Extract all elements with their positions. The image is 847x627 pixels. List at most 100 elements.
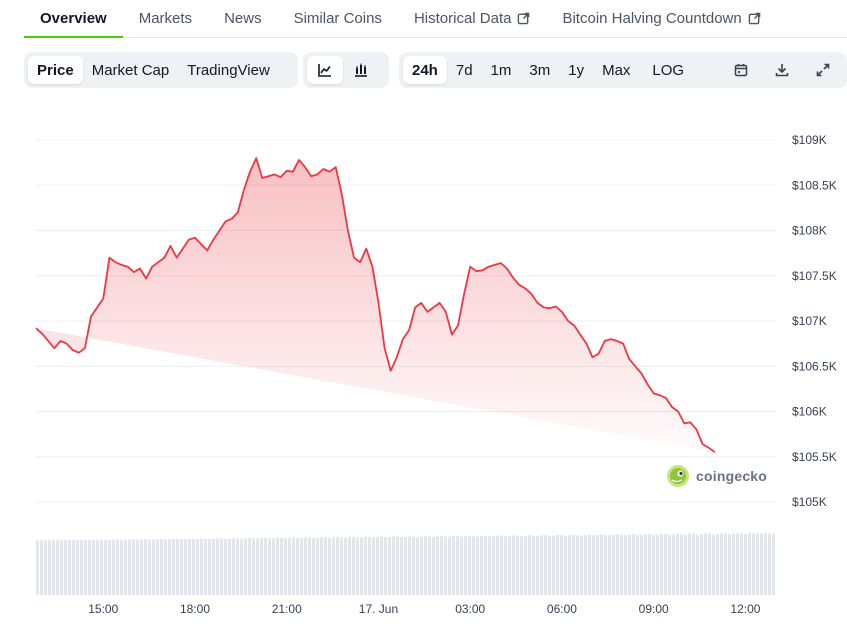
volume-bar [228,538,231,595]
volume-bar [540,535,543,595]
volume-bar [204,538,207,595]
volume-bar [748,532,751,595]
volume-bar [636,534,639,595]
chart-toolbar: Price Market Cap TradingView 24h 7d 1m 3m 1y Ma… [0,52,847,88]
volume-bar [440,536,443,595]
volume-bar [632,534,635,595]
price-button[interactable]: Price [28,56,83,84]
volume-bar [712,534,715,595]
tab-overview[interactable]: Overview [24,0,123,38]
y-tick-label: $106.5K [792,359,837,373]
volume-bar [396,536,399,595]
volume-bar [452,536,455,595]
volume-bar [376,537,379,595]
range-3m-button[interactable]: 3m [520,56,559,84]
range-7d-button[interactable]: 7d [447,56,482,84]
volume-bar [508,536,511,595]
tab-label: Historical Data [413,10,512,27]
fullscreen-icon [816,63,829,77]
volume-bar [140,539,143,595]
price-chart[interactable]: $109K $108.5K $108K $107.5K $107K $106.5K $106… [0,110,847,627]
volume-bar [472,536,475,595]
x-tick-label: 21:00 [272,602,302,616]
volume-bar [52,540,55,595]
price-area [36,158,715,453]
volume-bar [172,538,175,595]
coingecko-watermark: coingecko [666,464,767,488]
volume-bar [120,539,123,595]
y-tick-label: $106K [792,405,827,419]
calendar-button[interactable] [720,56,761,84]
tradingview-button[interactable]: TradingView [178,56,279,84]
volume-bar [316,537,319,595]
market-cap-button[interactable]: Market Cap [83,56,179,84]
volume-bar [164,539,167,595]
volume-bar [244,538,247,595]
volume-bar [612,534,615,595]
volume-bar [420,536,423,595]
tab-label: Overview [40,10,107,27]
volume-bar [672,534,675,595]
range-max-button[interactable]: Max [593,56,639,84]
line-chart-button[interactable] [307,56,343,84]
tab-historical-data[interactable]: Historical Data [398,0,547,37]
volume-bar [460,536,463,595]
volume-bar [268,538,271,595]
volume-bar [264,538,267,595]
volume-bar [444,536,447,595]
fullscreen-button[interactable] [802,56,843,84]
volume-bar [324,537,327,595]
range-log-button[interactable]: LOG [643,56,693,84]
volume-bar [644,534,647,595]
range-1y-button[interactable]: 1y [559,56,593,84]
volume-bar [196,539,199,595]
tab-news[interactable]: News [208,0,278,37]
tab-label: News [224,10,262,27]
coingecko-logo-icon [667,465,689,487]
download-icon [775,64,788,77]
volume-bar [548,535,551,595]
volume-bar [256,538,259,595]
volume-bar [200,538,203,595]
y-tick-label: $105K [792,495,827,509]
volume-bar [40,540,43,595]
x-tick-label: 17. Jun [359,602,398,616]
range-1m-button[interactable]: 1m [482,56,521,84]
volume-bar [300,538,303,595]
volume-bar [44,540,47,595]
volume-bar [416,537,419,595]
volume-bar [512,535,515,595]
volume-bar [308,537,311,595]
tab-similar-coins[interactable]: Similar Coins [278,0,398,37]
volume-bar [760,533,763,595]
volume-bar [428,536,431,595]
volume-bar [624,535,627,595]
volume-bar [708,533,711,595]
volume-bar [724,533,727,595]
x-tick-label: 15:00 [88,602,118,616]
volume-bar [688,533,691,595]
volume-bar [368,537,371,595]
volume-bar [532,535,535,595]
volume-bar [340,537,343,595]
volume-bar [328,537,331,595]
volume-bar [180,539,183,595]
tab-label: Similar Coins [293,10,382,27]
candlestick-chart-button[interactable] [343,56,379,84]
volume-bar [304,537,307,595]
volume-bar [112,539,115,595]
volume-bar [36,540,39,595]
tab-markets[interactable]: Markets [123,0,208,37]
volume-bar [380,536,383,595]
volume-bar [248,538,251,595]
volume-bar [572,534,575,595]
range-24h-button[interactable]: 24h [403,56,447,84]
download-button[interactable] [761,56,802,84]
volume-bar [524,535,527,595]
tab-bitcoin-halving-countdown[interactable]: Bitcoin Halving Countdown [546,0,776,37]
volume-bar [484,535,487,595]
volume-bar [216,538,219,595]
volume-bar [260,537,263,595]
volume-bar [344,537,347,595]
volume-bar [68,539,71,595]
